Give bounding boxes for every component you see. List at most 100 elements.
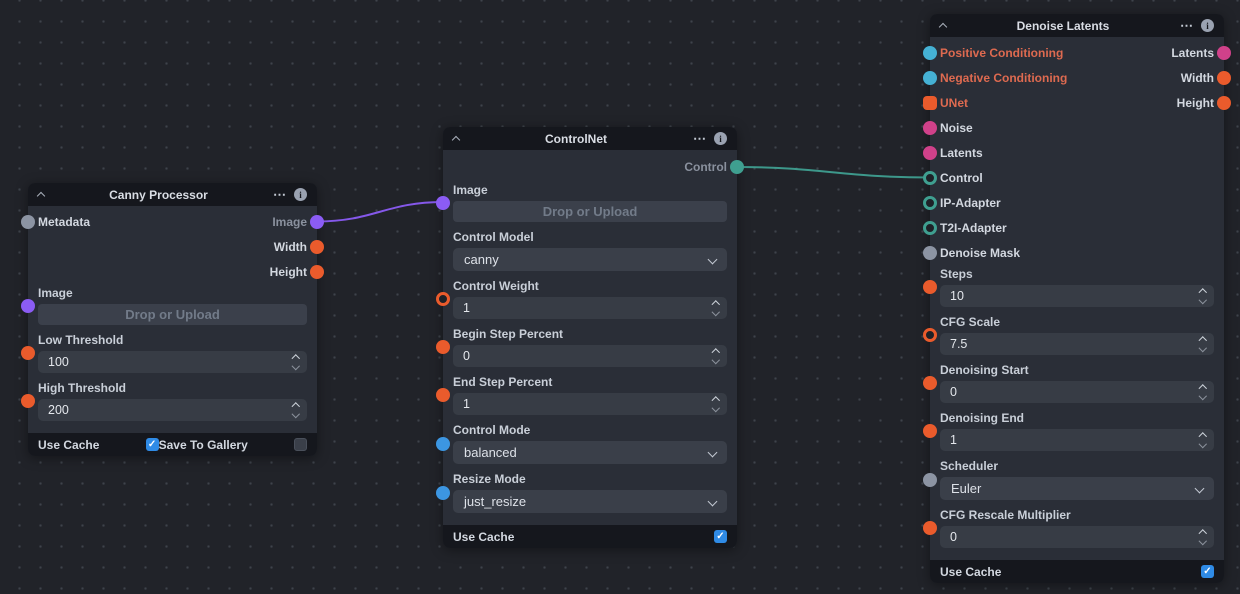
ip-adapter-input-port[interactable] — [923, 196, 937, 210]
stepper-down-icon[interactable] — [292, 410, 300, 418]
unet-input-port[interactable] — [923, 96, 937, 110]
negative-conditioning-input-port[interactable] — [923, 71, 937, 85]
stepper-down-icon[interactable] — [1199, 296, 1207, 304]
stepper-down-icon[interactable] — [1199, 537, 1207, 545]
node-info-icon[interactable]: i — [1201, 19, 1214, 32]
use-cache-checkbox[interactable]: ✓ — [1201, 565, 1214, 578]
node-info-icon[interactable]: i — [294, 188, 307, 201]
stepper-up-icon[interactable] — [712, 300, 720, 308]
stepper-up-icon[interactable] — [1199, 336, 1207, 344]
collapse-node-icon[interactable] — [452, 135, 460, 143]
stepper-up-icon[interactable] — [712, 348, 720, 356]
steps-input-port[interactable] — [923, 280, 937, 294]
number-stepper[interactable] — [1192, 381, 1214, 403]
node-header[interactable]: Canny Processor ⋯ i — [28, 183, 317, 206]
node-controlnet[interactable]: ControlNet ⋯ i Control Image Drop or Upl… — [443, 127, 737, 548]
image-output-port[interactable] — [310, 215, 324, 229]
noise-input-port[interactable] — [923, 121, 937, 135]
width-output-port[interactable] — [310, 240, 324, 254]
control-model-select[interactable]: canny — [453, 248, 727, 271]
node-header[interactable]: Denoise Latents ⋯ i — [930, 14, 1224, 37]
wire-controlnet-control-to-denoise-control[interactable] — [737, 167, 930, 178]
high-threshold-input-port[interactable] — [21, 394, 35, 408]
stepper-down-icon[interactable] — [292, 362, 300, 370]
stepper-down-icon[interactable] — [1199, 440, 1207, 448]
positive-conditioning-input-port[interactable] — [923, 46, 937, 60]
stepper-up-icon[interactable] — [1199, 384, 1207, 392]
denoising-end-input-port[interactable] — [923, 424, 937, 438]
high-threshold-input[interactable]: 200 — [38, 399, 307, 421]
control-weight-input-port[interactable] — [436, 292, 450, 306]
denoise-mask-input-port[interactable] — [923, 246, 937, 260]
denoising-start-input-port[interactable] — [923, 376, 937, 390]
number-stepper[interactable] — [1192, 526, 1214, 548]
save-to-gallery-checkbox[interactable] — [294, 438, 307, 451]
number-stepper[interactable] — [285, 399, 307, 421]
stepper-down-icon[interactable] — [1199, 344, 1207, 352]
stepper-up-icon[interactable] — [1199, 432, 1207, 440]
scheduler-input-port[interactable] — [923, 473, 937, 487]
begin-step-percent-input[interactable]: 0 — [453, 345, 727, 367]
control-output-port[interactable] — [730, 160, 744, 174]
stepper-up-icon[interactable] — [292, 354, 300, 362]
image-drop-zone[interactable]: Drop or Upload — [453, 201, 727, 222]
steps-input[interactable]: 10 — [940, 285, 1214, 307]
node-canny-processor[interactable]: Canny Processor ⋯ i Metadata Image Width… — [28, 183, 317, 456]
end-step-percent-input-port[interactable] — [436, 388, 450, 402]
node-header[interactable]: ControlNet ⋯ i — [443, 127, 737, 150]
wire-canny-image-to-controlnet-image[interactable] — [317, 202, 443, 222]
scheduler-select[interactable]: Euler — [940, 477, 1214, 500]
number-stepper[interactable] — [705, 393, 727, 415]
low-threshold-input[interactable]: 100 — [38, 351, 307, 373]
cfg-rescale-multiplier-input[interactable]: 0 — [940, 526, 1214, 548]
image-input-port[interactable] — [21, 299, 35, 313]
begin-step-percent-input-port[interactable] — [436, 340, 450, 354]
height-output-port[interactable] — [310, 265, 324, 279]
collapse-node-icon[interactable] — [939, 22, 947, 30]
node-menu-icon[interactable]: ⋯ — [693, 134, 707, 144]
denoising-start-input[interactable]: 0 — [940, 381, 1214, 403]
use-cache-checkbox[interactable]: ✓ — [714, 530, 727, 543]
node-menu-icon[interactable]: ⋯ — [1180, 21, 1194, 31]
collapse-node-icon[interactable] — [37, 191, 45, 199]
resize-mode-select[interactable]: just_resize — [453, 490, 727, 513]
latents-output-port[interactable] — [1217, 46, 1231, 60]
number-stepper[interactable] — [1192, 285, 1214, 307]
node-info-icon[interactable]: i — [714, 132, 727, 145]
low-threshold-input-port[interactable] — [21, 346, 35, 360]
number-stepper[interactable] — [1192, 333, 1214, 355]
height-output-port[interactable] — [1217, 96, 1231, 110]
resize-mode-input-port[interactable] — [436, 486, 450, 500]
stepper-up-icon[interactable] — [1199, 529, 1207, 537]
number-stepper[interactable] — [285, 351, 307, 373]
number-stepper[interactable] — [705, 297, 727, 319]
field-label: CFG Rescale Multiplier — [940, 508, 1214, 523]
stepper-up-icon[interactable] — [712, 396, 720, 404]
t2i-adapter-input-port[interactable] — [923, 221, 937, 235]
metadata-input-port[interactable] — [21, 215, 35, 229]
number-stepper[interactable] — [705, 345, 727, 367]
width-output-port[interactable] — [1217, 71, 1231, 85]
latents-input-port[interactable] — [923, 146, 937, 160]
stepper-up-icon[interactable] — [1199, 288, 1207, 296]
cfg-rescale-multiplier-input-port[interactable] — [923, 521, 937, 535]
control-mode-input-port[interactable] — [436, 437, 450, 451]
number-stepper[interactable] — [1192, 429, 1214, 451]
use-cache-checkbox[interactable]: ✓ — [146, 438, 159, 451]
control-weight-input[interactable]: 1 — [453, 297, 727, 319]
control-mode-select[interactable]: balanced — [453, 441, 727, 464]
cfg-scale-input-port[interactable] — [923, 328, 937, 342]
stepper-down-icon[interactable] — [712, 404, 720, 412]
stepper-down-icon[interactable] — [712, 308, 720, 316]
cfg-scale-input[interactable]: 7.5 — [940, 333, 1214, 355]
image-drop-zone[interactable]: Drop or Upload — [38, 304, 307, 325]
control-input-port[interactable] — [923, 171, 937, 185]
stepper-down-icon[interactable] — [712, 356, 720, 364]
end-step-percent-input[interactable]: 1 — [453, 393, 727, 415]
stepper-up-icon[interactable] — [292, 402, 300, 410]
node-menu-icon[interactable]: ⋯ — [273, 190, 287, 200]
node-denoise-latents[interactable]: Denoise Latents ⋯ i Positive Conditionin… — [930, 14, 1224, 583]
stepper-down-icon[interactable] — [1199, 392, 1207, 400]
image-input-port[interactable] — [436, 196, 450, 210]
denoising-end-input[interactable]: 1 — [940, 429, 1214, 451]
